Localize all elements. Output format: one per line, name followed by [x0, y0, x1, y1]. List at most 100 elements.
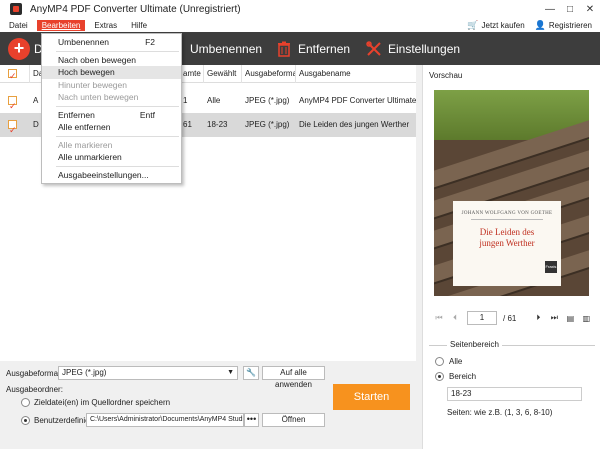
row-format[interactable]: JPEG (*.jpg)	[242, 89, 296, 113]
menu-item-label: Alle entfernen	[58, 122, 111, 132]
page-total: / 61	[503, 313, 517, 323]
menu-item-label: Nach unten bewegen	[58, 92, 139, 102]
settings-button[interactable]: Einstellungen	[366, 40, 460, 58]
last-page-icon[interactable]: ⏭	[546, 313, 562, 323]
preview-image: JOHANN WOLFGANG VON GOETHE Die Leiden de…	[434, 90, 589, 296]
export-page-icon[interactable]: ▥	[578, 314, 594, 323]
menu-bar: Datei Bearbeiten Extras Hilfe 🛒 Jetzt ka…	[0, 18, 600, 32]
delete-label: Entfernen	[298, 42, 351, 56]
menu-item-move-down: Hinunter bewegen	[42, 79, 181, 92]
menu-separator	[56, 135, 179, 137]
start-button[interactable]: Starten	[333, 384, 410, 410]
range-all-label[interactable]: Alle	[449, 357, 462, 366]
title-bar: AnyMP4 PDF Converter Ultimate (Unregistr…	[0, 0, 600, 18]
book-divider	[471, 219, 543, 220]
close-button[interactable]: ✕	[580, 0, 600, 18]
minimize-button[interactable]: —	[540, 0, 560, 18]
edit-menu-dropdown: Umbenennen F2 Nach oben bewegen Hoch bewe…	[41, 33, 182, 184]
output-format-value: JPEG (*.jpg)	[62, 368, 107, 377]
output-folder-label: Ausgabeordner:	[6, 385, 63, 394]
menu-extras[interactable]: Extras	[89, 20, 122, 31]
menu-item-rename[interactable]: Umbenennen F2	[42, 36, 181, 49]
menu-datei[interactable]: Datei	[4, 20, 33, 31]
menu-item-remove-all[interactable]: Alle entfernen	[42, 121, 181, 134]
menu-item-shortcut: Entf	[139, 109, 155, 120]
range-custom-label[interactable]: Bereich	[449, 372, 476, 381]
format-settings-button[interactable]: 🔧	[243, 366, 259, 380]
menu-item-move-bottom: Nach unten bewegen	[42, 91, 181, 104]
window-title: AnyMP4 PDF Converter Ultimate (Unregistr…	[30, 3, 241, 15]
select-all-checkbox[interactable]	[8, 67, 17, 83]
menu-item-label: Alle markieren	[58, 139, 113, 150]
buy-link[interactable]: 🛒 Jetzt kaufen	[467, 20, 524, 31]
menu-item-deselect-all[interactable]: Alle unmarkieren	[42, 151, 181, 164]
range-all-radio[interactable]	[435, 357, 444, 366]
apply-all-button[interactable]: Auf alle anwenden	[262, 366, 325, 389]
output-format-select[interactable]: JPEG (*.jpg) ▼	[58, 366, 238, 380]
page-range-input[interactable]: 18-23	[447, 387, 582, 401]
header-checkbox-col[interactable]	[0, 65, 30, 83]
menu-item-remove[interactable]: Entfernen Entf	[42, 109, 181, 122]
page-number-input[interactable]: 1	[467, 311, 497, 325]
add-file-button[interactable]: +	[8, 38, 30, 60]
book-title: Die Leiden des jungen Werther	[453, 227, 561, 249]
menu-hilfe[interactable]: Hilfe	[126, 20, 152, 31]
menu-item-label: Umbenennen	[58, 37, 110, 47]
buy-label: Jetzt kaufen	[481, 20, 525, 30]
row-checkbox[interactable]	[8, 94, 17, 113]
header-output[interactable]: Ausgabename	[296, 65, 416, 83]
page-navigation: ⏮ ⏴ 1 / 61 ⏵ ⏭ ▤ ▥	[431, 311, 599, 325]
menu-separator	[56, 105, 179, 107]
book-author: JOHANN WOLFGANG VON GOETHE	[461, 211, 553, 216]
delete-button[interactable]: Entfernen	[276, 40, 350, 58]
menu-bearbeiten[interactable]: Bearbeiten	[36, 19, 86, 31]
menu-item-label: Entfernen	[58, 109, 95, 120]
register-label: Registrieren	[548, 20, 592, 30]
browse-button[interactable]: •••	[244, 413, 259, 427]
row-total: 1	[183, 96, 188, 105]
menu-item-label: Ausgabeeinstellungen...	[58, 169, 149, 180]
open-folder-button[interactable]: Öffnen	[262, 413, 325, 427]
output-settings-panel: Ausgabeformat: JPEG (*.jpg) ▼ 🔧 Auf alle…	[0, 361, 422, 449]
register-link[interactable]: 👤 Registrieren	[535, 20, 592, 31]
chevron-down-icon: ▼	[227, 369, 234, 376]
page-range-legend: Seitenbereich	[447, 340, 502, 349]
rename-label: Umbenennen	[190, 42, 263, 56]
row-checkbox-cell[interactable]	[0, 89, 30, 113]
app-logo-icon	[10, 3, 22, 15]
custom-folder-radio[interactable]	[21, 416, 30, 425]
maximize-button[interactable]: □	[560, 0, 580, 18]
menu-item-move-up[interactable]: Hoch bewegen	[42, 66, 181, 79]
user-icon: 👤	[534, 19, 546, 30]
header-total[interactable]: amte	[180, 65, 204, 83]
row-checkbox[interactable]	[8, 118, 17, 137]
page-range-group: Seitenbereich Alle Bereich 18-23 Seiten:…	[429, 340, 595, 427]
save-source-label[interactable]: Zieldatei(en) im Quellordner speichern	[34, 398, 170, 407]
page-range-hint: Seiten: wie z.B. (1, 3, 6, 8-10)	[447, 408, 553, 417]
header-format[interactable]: Ausgabeforma	[242, 65, 296, 83]
rename-button[interactable]: Umbenennen	[190, 40, 262, 58]
book-title-line: jungen Werther	[479, 238, 535, 248]
preview-panel: Vorschau JOHANN WOLFGANG VON GOETHE Die …	[422, 65, 600, 449]
row-total: 61	[183, 120, 192, 129]
menu-item-output-settings[interactable]: Ausgabeeinstellungen...	[42, 169, 181, 182]
output-path-input[interactable]: C:\Users\Administrator\Documents\AnyMP4 …	[86, 413, 244, 427]
header-selected[interactable]: Gewählt	[204, 65, 242, 83]
next-page-icon[interactable]: ⏵	[530, 313, 546, 323]
book-cover-card: JOHANN WOLFGANG VON GOETHE Die Leiden de…	[453, 201, 561, 286]
menu-item-shortcut: F2	[145, 37, 155, 47]
menu-item-move-top[interactable]: Nach oben bewegen	[42, 54, 181, 67]
window-controls: — □ ✕	[540, 0, 600, 18]
first-page-icon[interactable]: ⏮	[431, 313, 447, 323]
wrench-icon: 🔧	[246, 368, 256, 377]
row-format[interactable]: JPEG (*.jpg)	[242, 113, 296, 137]
publisher-logo: Fraxis	[545, 261, 557, 273]
document-icon[interactable]: ▤	[562, 314, 578, 323]
row-checkbox-cell[interactable]	[0, 113, 30, 137]
account-links: 🛒 Jetzt kaufen 👤 Registrieren	[467, 18, 592, 32]
prev-page-icon[interactable]: ⏴	[447, 313, 463, 323]
row-output: Die Leiden des jungen Werther	[299, 120, 410, 129]
trash-icon	[276, 41, 292, 57]
range-custom-radio[interactable]	[435, 372, 444, 381]
save-source-radio[interactable]	[21, 398, 30, 407]
